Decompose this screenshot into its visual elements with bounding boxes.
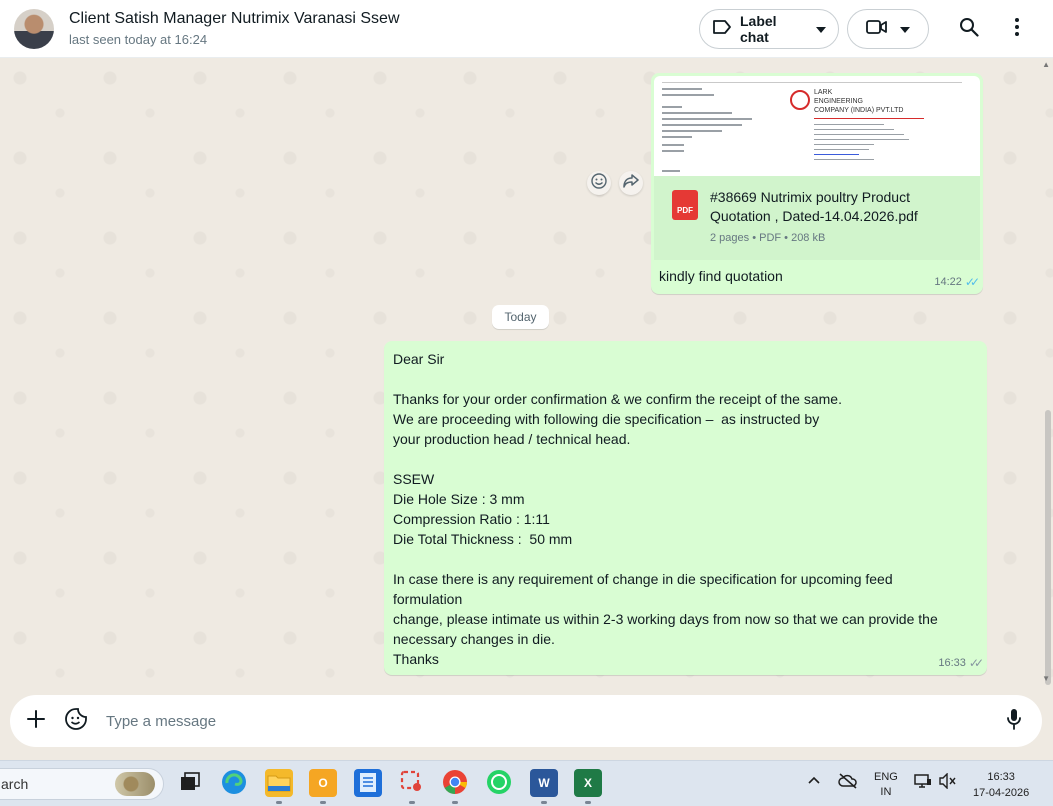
folder-icon	[267, 772, 291, 795]
forward-button[interactable]	[619, 171, 643, 195]
taskbar-notepad[interactable]	[354, 769, 382, 797]
message-line: formulation	[393, 591, 463, 607]
task-view-button[interactable]	[176, 769, 204, 797]
plus-icon	[27, 709, 45, 733]
message-line	[393, 549, 978, 569]
day-divider: Today	[492, 305, 549, 329]
message-line: Thanks	[393, 651, 439, 667]
message-line: Die Hole Size : 3 mm	[393, 491, 525, 507]
cloud-offline-icon	[838, 773, 858, 792]
document-info[interactable]: PDF #38669 Nutrimix poultry Product Quot…	[654, 176, 980, 260]
company-logo-icon	[790, 90, 810, 110]
excel-icon: X	[583, 776, 592, 790]
word-icon: W	[538, 776, 550, 790]
message-line	[393, 369, 978, 389]
edge-browser-icon	[221, 769, 247, 798]
preview-company-name: LARK ENGINEERING COMPANY (INDIA) PVT.LTD	[814, 89, 904, 114]
search-highlight-image	[115, 772, 155, 796]
speaker-muted-icon	[939, 772, 957, 792]
message-line	[393, 449, 978, 469]
taskbar-word[interactable]: W	[530, 769, 558, 797]
video-call-button[interactable]	[847, 9, 929, 49]
taskbar-search-text: arch	[1, 776, 29, 792]
chevron-down-icon	[816, 20, 826, 38]
taskbar-outlook[interactable]: O	[309, 769, 337, 797]
chevron-down-icon	[900, 20, 910, 38]
notepad-icon	[359, 771, 377, 796]
scroll-up-arrow[interactable]: ▲	[1042, 60, 1050, 69]
forward-arrow-icon	[623, 173, 639, 193]
tray-overflow-button[interactable]	[808, 773, 820, 787]
message-line: We are proceeding with following die spe…	[393, 411, 820, 427]
contact-name: Client Satish Manager Nutrimix Varanasi …	[69, 9, 400, 27]
document-meta: 2 pages • PDF • 208 kB	[710, 232, 826, 244]
tray-volume[interactable]	[939, 772, 957, 792]
taskbar-whatsapp[interactable]	[485, 769, 513, 797]
document-message[interactable]: LARK ENGINEERING COMPANY (INDIA) PVT.LTD…	[651, 73, 983, 294]
message-line: your production head / technical head.	[393, 431, 631, 447]
react-button[interactable]	[587, 171, 611, 195]
menu-button[interactable]	[997, 9, 1037, 49]
taskbar-search-box[interactable]: arch	[0, 768, 164, 800]
more-vertical-icon	[1015, 17, 1019, 41]
message-line: Die Total Thickness : 50 mm	[393, 531, 573, 547]
double-check-delivered-icon: ✓✓	[968, 656, 984, 670]
tray-onedrive[interactable]	[838, 773, 858, 792]
sticker-icon	[65, 707, 87, 735]
attach-button[interactable]	[16, 701, 56, 741]
double-check-read-icon: ✓✓	[964, 275, 980, 289]
label-chat-button[interactable]: Label chat	[699, 9, 839, 49]
taskbar-excel[interactable]: X	[574, 769, 602, 797]
document-caption: kindly find quotation	[659, 268, 783, 284]
tray-display[interactable]	[914, 773, 932, 792]
last-seen-status: last seen today at 16:24	[69, 31, 208, 47]
message-line: Compression Ratio : 1:11	[393, 511, 550, 527]
windows-taskbar: arch O W X ENG IN 16:33 17-04-2026	[0, 760, 1053, 806]
label-icon	[712, 19, 732, 40]
message-line: change, please intimate us within 2-3 wo…	[393, 611, 938, 627]
search-icon	[959, 17, 979, 42]
tray-clock[interactable]: 16:33 17-04-2026	[973, 769, 1029, 801]
message-timestamp: 16:33 ✓✓	[938, 656, 984, 670]
message-line: In case there is any requirement of chan…	[393, 571, 893, 587]
taskbar-snipping-tool[interactable]	[398, 769, 426, 797]
taskbar-file-explorer[interactable]	[265, 769, 293, 797]
contact-avatar[interactable]	[14, 8, 54, 49]
outlook-icon: O	[318, 776, 328, 790]
video-camera-icon	[866, 19, 888, 40]
document-file-name: #38669 Nutrimix poultry Product Quotatio…	[710, 189, 918, 224]
message-input[interactable]	[106, 701, 994, 741]
monitor-icon	[914, 774, 932, 792]
scroll-down-arrow[interactable]: ▼	[1042, 674, 1050, 683]
message-line: Thanks for your order confirmation & we …	[393, 391, 842, 407]
pdf-file-icon: PDF	[672, 190, 698, 220]
whatsapp-icon	[486, 769, 512, 798]
search-button[interactable]	[949, 9, 989, 49]
header-actions: Label chat	[699, 0, 1053, 58]
tray-language[interactable]: ENG IN	[874, 770, 898, 800]
sticker-emoji-button[interactable]	[56, 701, 96, 741]
chevron-up-icon	[808, 773, 820, 787]
message-line: Dear Sir	[393, 351, 445, 367]
emoji-smile-icon	[591, 172, 607, 194]
chat-scrollbar[interactable]	[1045, 410, 1051, 685]
taskbar-edge[interactable]	[220, 769, 248, 797]
taskbar-chrome[interactable]	[441, 769, 469, 797]
message-composer	[10, 695, 1042, 747]
message-line: SSEW	[393, 471, 435, 487]
voice-message-button[interactable]	[994, 701, 1034, 741]
task-view-icon	[179, 771, 201, 795]
contact-info[interactable]: Client Satish Manager Nutrimix Varanasi …	[69, 9, 400, 49]
label-chat-text: Label chat	[740, 13, 777, 45]
document-preview[interactable]: LARK ENGINEERING COMPANY (INDIA) PVT.LTD	[654, 76, 980, 176]
snipping-tool-icon	[400, 770, 424, 797]
chat-header: Client Satish Manager Nutrimix Varanasi …	[0, 0, 1053, 58]
text-message[interactable]: Dear Sir Thanks for your order confirmat…	[384, 341, 987, 675]
message-line: necessary changes in die.	[393, 631, 555, 647]
chrome-icon	[442, 769, 468, 798]
message-timestamp: 14:22 ✓✓	[934, 275, 980, 289]
microphone-icon	[1007, 708, 1021, 735]
